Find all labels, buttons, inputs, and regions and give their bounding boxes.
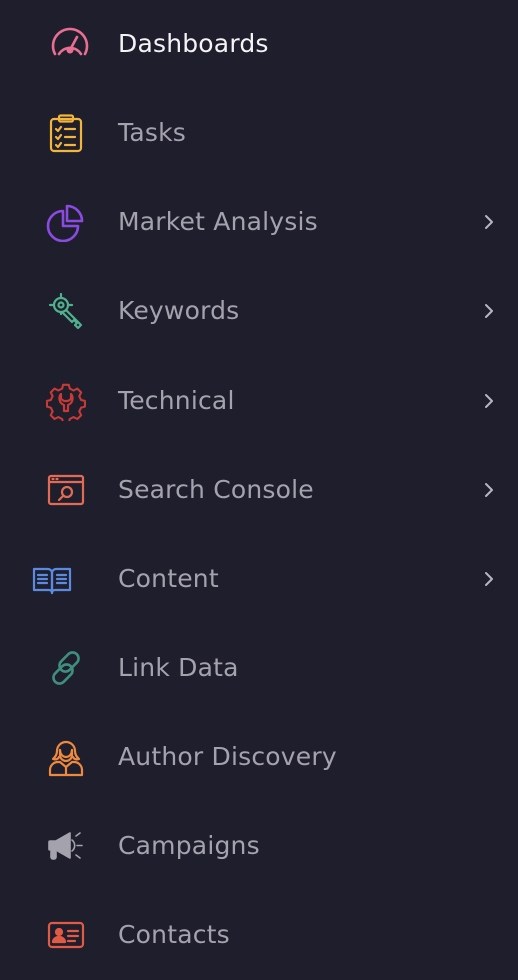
sidebar-item-market-analysis[interactable]: Market Analysis [0, 186, 518, 258]
chevron-right-icon[interactable] [480, 391, 500, 411]
pie-chart-icon [46, 202, 86, 242]
chevron-right-icon[interactable] [480, 212, 500, 232]
sidebar-item-label: Keywords [118, 296, 240, 325]
key-target-icon [46, 291, 86, 331]
contact-card-icon [46, 915, 86, 955]
sidebar-item-label: Content [118, 564, 219, 593]
author-portrait-icon [46, 737, 86, 777]
sidebar-item-technical[interactable]: Technical [0, 365, 518, 437]
gear-wrench-icon [46, 381, 86, 421]
open-book-icon [32, 559, 72, 599]
sidebar-item-label: Link Data [118, 653, 239, 682]
chevron-right-icon[interactable] [480, 480, 500, 500]
sidebar-item-search-console[interactable]: Search Console [0, 454, 518, 526]
sidebar-item-contacts[interactable]: Contacts [0, 899, 518, 971]
browser-search-icon [46, 470, 86, 510]
clipboard-checklist-icon [46, 113, 86, 153]
chain-link-icon [46, 648, 86, 688]
sidebar-item-link-data[interactable]: Link Data [0, 632, 518, 704]
sidebar-item-label: Contacts [118, 920, 230, 949]
sidebar-item-label: Tasks [118, 118, 186, 147]
chevron-right-icon[interactable] [480, 301, 500, 321]
sidebar-item-tasks[interactable]: Tasks [0, 97, 518, 169]
sidebar-item-label: Campaigns [118, 831, 260, 860]
sidebar-item-campaigns[interactable]: Campaigns [0, 810, 518, 882]
chevron-right-icon[interactable] [480, 569, 500, 589]
sidebar-nav: Dashboards Tasks Market Analysis Keyword… [0, 0, 518, 980]
sidebar-item-dashboards[interactable]: Dashboards [0, 8, 518, 80]
sidebar-item-keywords[interactable]: Keywords [0, 275, 518, 347]
sidebar-item-content[interactable]: Content [0, 543, 518, 615]
sidebar-item-author-discovery[interactable]: Author Discovery [0, 721, 518, 793]
sidebar-item-label: Author Discovery [118, 742, 337, 771]
sidebar-item-label: Technical [118, 386, 235, 415]
sidebar-item-label: Dashboards [118, 29, 269, 58]
sidebar-item-label: Market Analysis [118, 207, 318, 236]
speedometer-icon [50, 24, 90, 64]
megaphone-icon [46, 826, 86, 866]
sidebar-item-label: Search Console [118, 475, 314, 504]
